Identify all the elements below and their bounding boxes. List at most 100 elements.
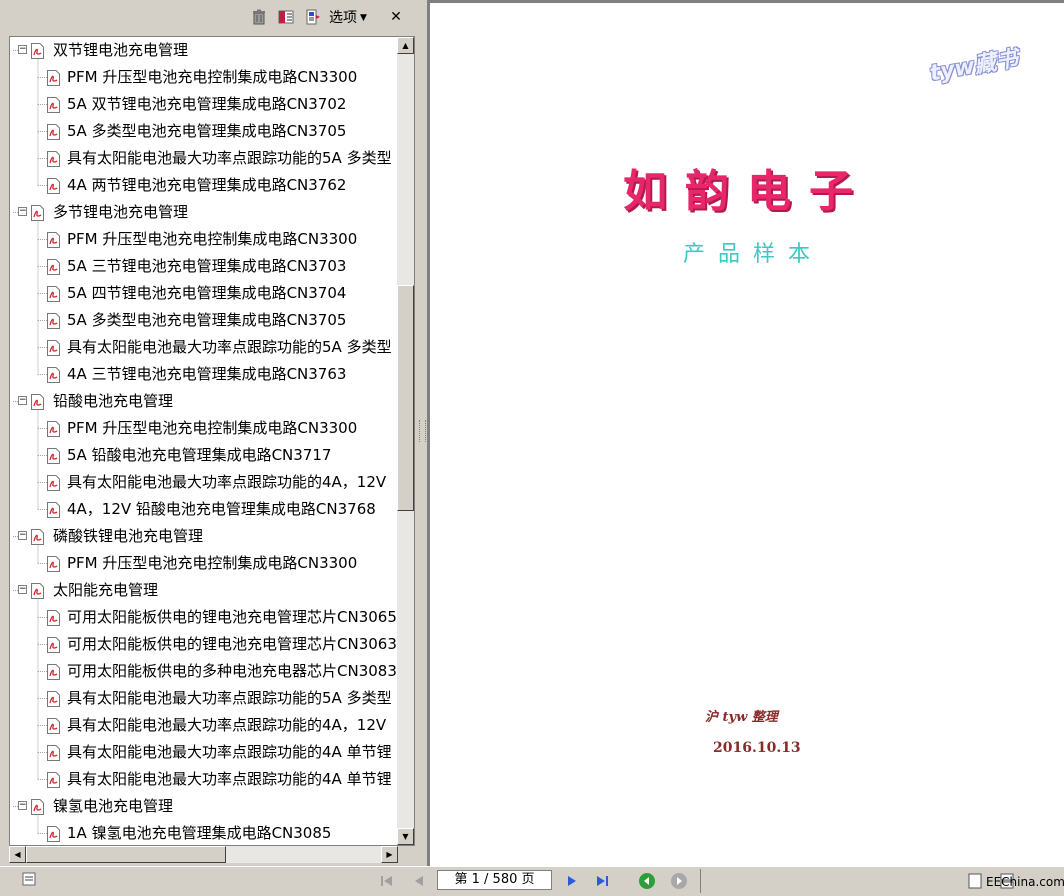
bookmark-item[interactable]: PFM 升压型电池充电控制集成电路CN3300 <box>10 64 397 91</box>
pdf-bookmark-icon <box>47 257 60 275</box>
bookmark-label: PFM 升压型电池充电控制集成电路CN3300 <box>67 68 358 86</box>
collapse-toggle-icon[interactable]: − <box>18 45 27 54</box>
collapse-toggle-icon[interactable]: − <box>18 585 27 594</box>
bookmark-item[interactable]: 具有太阳能电池最大功率点跟踪功能的5A 多类型 <box>10 685 397 712</box>
bookmark-item[interactable]: 可用太阳能板供电的锂电池充电管理芯片CN3065 <box>10 604 397 631</box>
splitter-grip-icon[interactable] <box>419 420 426 442</box>
pdf-bookmark-icon <box>47 284 60 302</box>
panel-splitter[interactable] <box>418 0 427 866</box>
bookmark-label: 具有太阳能电池最大功率点跟踪功能的5A 多类型 <box>67 689 392 707</box>
bookmark-label: 铅酸电池充电管理 <box>53 392 174 410</box>
bookmark-item[interactable]: 具有太阳能电池最大功率点跟踪功能的4A 单节锂 <box>10 766 397 793</box>
bookmark-label: 具有太阳能电池最大功率点跟踪功能的5A 多类型 <box>67 149 392 167</box>
bookmark-label: 4A 两节锂电池充电管理集成电路CN3762 <box>67 176 347 194</box>
bookmark-label: 具有太阳能电池最大功率点跟踪功能的4A，12V <box>67 473 387 491</box>
options-menu-button[interactable]: 选项 ▼ <box>329 9 367 27</box>
scroll-down-button[interactable]: ▼ <box>397 828 414 845</box>
pdf-bookmark-icon <box>47 311 60 329</box>
bookmark-item[interactable]: 具有太阳能电池最大功率点跟踪功能的4A，12V <box>10 712 397 739</box>
pdf-bookmark-icon <box>47 230 60 248</box>
bookmark-expand-icon[interactable] <box>278 9 294 25</box>
single-page-view-icon[interactable] <box>968 873 982 889</box>
bookmark-item[interactable]: 可用太阳能板供电的多种电池充电器芯片CN3083 <box>10 658 397 685</box>
close-panel-button[interactable]: ✕ <box>388 8 404 26</box>
scroll-right-button[interactable]: ▶ <box>381 846 398 863</box>
bookmark-label: 多节锂电池充电管理 <box>53 203 189 221</box>
pdf-bookmark-icon <box>31 203 44 221</box>
document-view[interactable]: tyw藏书 如韵电子 产品样本 沪 tyw 整理 2016.10.13 <box>427 0 1064 866</box>
bookmark-label: 太阳能充电管理 <box>53 581 159 599</box>
pdf-bookmark-icon <box>47 608 60 626</box>
pdf-bookmark-icon <box>31 392 44 410</box>
bookmark-group[interactable]: − 多节锂电池充电管理 <box>10 199 397 226</box>
bookmark-item[interactable]: 具有太阳能电池最大功率点跟踪功能的4A 单节锂 <box>10 739 397 766</box>
bookmark-item[interactable]: 5A 四节锂电池充电管理集成电路CN3704 <box>10 280 397 307</box>
document-date: 2016.10.13 <box>713 740 801 756</box>
last-page-icon[interactable] <box>594 872 612 890</box>
bookmark-item[interactable]: 4A 三节锂电池充电管理集成电路CN3763 <box>10 361 397 388</box>
horizontal-scrollbar[interactable]: ◀ ▶ <box>9 846 398 863</box>
bookmark-item[interactable]: 具有太阳能电池最大功率点跟踪功能的4A，12V <box>10 469 397 496</box>
previous-page-icon[interactable] <box>410 872 428 890</box>
scroll-up-button[interactable]: ▲ <box>397 37 414 54</box>
bookmark-item[interactable]: 具有太阳能电池最大功率点跟踪功能的5A 多类型 <box>10 145 397 172</box>
bookmark-item[interactable]: 具有太阳能电池最大功率点跟踪功能的5A 多类型 <box>10 334 397 361</box>
bookmark-item[interactable]: PFM 升压型电池充电控制集成电路CN3300 <box>10 226 397 253</box>
scroll-left-button[interactable]: ◀ <box>9 846 26 863</box>
bookmark-group[interactable]: − 铅酸电池充电管理 <box>10 388 397 415</box>
vertical-scroll-thumb[interactable] <box>397 285 414 511</box>
collapse-toggle-icon[interactable]: − <box>18 801 27 810</box>
horizontal-scroll-thumb[interactable] <box>26 846 226 863</box>
bookmark-group[interactable]: − 镍氢电池充电管理 <box>10 793 397 820</box>
bookmark-item[interactable]: PFM 升压型电池充电控制集成电路CN3300 <box>10 415 397 442</box>
go-forward-icon[interactable] <box>670 872 688 890</box>
catalog-subtitle: 产品样本 <box>683 242 824 267</box>
site-logo: EEChina.com <box>986 875 1064 889</box>
pdf-bookmark-icon <box>47 500 60 518</box>
collapse-toggle-icon[interactable]: − <box>18 207 27 216</box>
pdf-bookmark-icon <box>47 338 60 356</box>
status-bar: 第 1 / 580 页 EEChina.com <box>0 866 1064 896</box>
bookmark-label: PFM 升压型电池充电控制集成电路CN3300 <box>67 419 358 437</box>
bookmark-label: 4A 三节锂电池充电管理集成电路CN3763 <box>67 365 347 383</box>
bookmark-item[interactable]: 5A 三节锂电池充电管理集成电路CN3703 <box>10 253 397 280</box>
bookmark-group[interactable]: − 双节锂电池充电管理 <box>10 37 397 64</box>
bookmark-label: 5A 多类型电池充电管理集成电路CN3705 <box>67 122 347 140</box>
bookmarks-panel: 选项 ▼ ✕ − 双节锂电池充电管理 PFM 升压型电池充电控制集成电路CN3300 5… <box>0 0 418 866</box>
bookmark-label: 5A 四节锂电池充电管理集成电路CN3704 <box>67 284 347 302</box>
pdf-bookmark-icon <box>47 149 60 167</box>
bookmark-label: PFM 升压型电池充电控制集成电路CN3300 <box>67 230 358 248</box>
bookmark-item[interactable]: 5A 双节锂电池充电管理集成电路CN3702 <box>10 91 397 118</box>
collapse-toggle-icon[interactable]: − <box>18 531 27 540</box>
go-back-icon[interactable] <box>638 872 656 890</box>
bookmark-item[interactable]: 1A 镍氢电池充电管理集成电路CN3085 <box>10 820 397 845</box>
pdf-bookmark-icon <box>47 68 60 86</box>
bookmark-label: 双节锂电池充电管理 <box>53 41 189 59</box>
bookmark-item[interactable]: 4A，12V 铅酸电池充电管理集成电路CN3768 <box>10 496 397 523</box>
bookmark-label: 镍氢电池充电管理 <box>53 797 174 815</box>
pdf-bookmark-icon <box>47 689 60 707</box>
bookmark-group[interactable]: − 太阳能充电管理 <box>10 577 397 604</box>
panel-toggle-icon[interactable] <box>21 871 37 887</box>
bookmark-group[interactable]: − 磷酸铁锂电池充电管理 <box>10 523 397 550</box>
page-number-field[interactable]: 第 1 / 580 页 <box>437 870 552 890</box>
chevron-down-icon: ▼ <box>360 13 367 23</box>
bookmark-item[interactable]: 4A 两节锂电池充电管理集成电路CN3762 <box>10 172 397 199</box>
pdf-page: tyw藏书 如韵电子 产品样本 沪 tyw 整理 2016.10.13 <box>430 3 1064 866</box>
collapse-toggle-icon[interactable]: − <box>18 396 27 405</box>
pdf-bookmark-icon <box>47 176 60 194</box>
bookmark-item[interactable]: 可用太阳能板供电的锂电池充电管理芯片CN3063 <box>10 631 397 658</box>
options-label: 选项 <box>329 10 357 26</box>
trash-icon[interactable] <box>251 9 267 25</box>
next-page-icon[interactable] <box>563 872 581 890</box>
pdf-bookmark-icon <box>31 527 44 545</box>
bookmark-item[interactable]: PFM 升压型电池充电控制集成电路CN3300 <box>10 550 397 577</box>
vertical-scrollbar[interactable]: ▲ ▼ <box>397 37 414 845</box>
bookmark-options-icon[interactable] <box>305 9 321 25</box>
bookmark-item[interactable]: 5A 多类型电池充电管理集成电路CN3705 <box>10 118 397 145</box>
bookmark-label: 5A 双节锂电池充电管理集成电路CN3702 <box>67 95 347 113</box>
bookmark-item[interactable]: 5A 多类型电池充电管理集成电路CN3705 <box>10 307 397 334</box>
pdf-bookmark-icon <box>31 41 44 59</box>
bookmark-item[interactable]: 5A 铅酸电池充电管理集成电路CN3717 <box>10 442 397 469</box>
first-page-icon[interactable] <box>378 872 396 890</box>
